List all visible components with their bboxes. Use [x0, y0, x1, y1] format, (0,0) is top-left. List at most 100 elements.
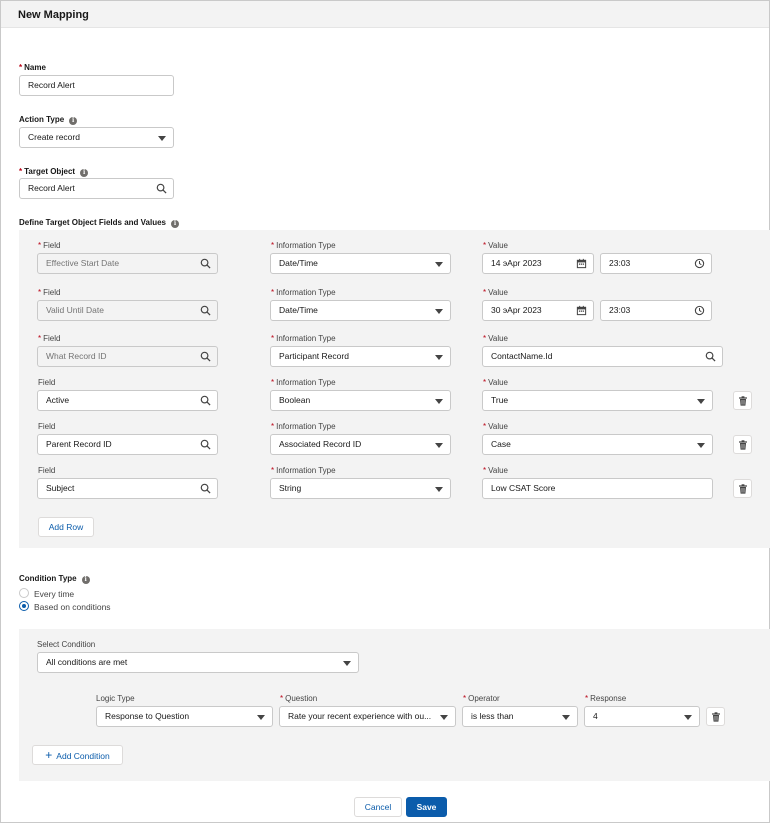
delete-row-button[interactable] [733, 435, 752, 454]
field-label-text: Field [43, 334, 61, 343]
information-type-select[interactable]: Boolean [270, 390, 451, 411]
field-input: What Record ID [37, 346, 218, 367]
add-row-button[interactable]: Add Row [38, 517, 94, 537]
condition-type-label-text: Condition Type [19, 574, 77, 583]
value-label-text: Value [488, 378, 508, 387]
field-label: Field [38, 466, 55, 475]
time-input[interactable]: 23:03 [600, 253, 712, 274]
value-label-text: Value [488, 422, 508, 431]
cancel-button[interactable]: Cancel [354, 797, 402, 817]
delete-row-button[interactable] [733, 479, 752, 498]
date-value: 30 эApr 2023 [491, 305, 542, 315]
value-select[interactable]: True [482, 390, 713, 411]
value-text: ContactName.Id [491, 351, 553, 361]
trash-icon [739, 484, 747, 494]
chevron-down-icon [697, 399, 705, 404]
search-icon[interactable] [200, 483, 211, 494]
search-icon[interactable] [705, 351, 716, 362]
value-select[interactable]: Case [482, 434, 713, 455]
value-label: * Value [483, 241, 508, 250]
information-type-select[interactable]: Date/Time [270, 253, 451, 274]
field-input: Effective Start Date [37, 253, 218, 274]
search-icon [200, 351, 211, 362]
select-condition-value: All conditions are met [46, 657, 128, 667]
response-select[interactable]: 4 [584, 706, 700, 727]
value-label: * Value [483, 378, 508, 387]
date-input[interactable]: 30 эApr 2023 [482, 300, 594, 321]
delete-condition-button[interactable] [706, 707, 725, 726]
calendar-icon[interactable] [576, 305, 587, 316]
value-text-input[interactable]: Low CSAT Score [482, 478, 713, 499]
information-type-select[interactable]: Associated Record ID [270, 434, 451, 455]
value-text: True [491, 395, 509, 405]
date-input[interactable]: 14 эApr 2023 [482, 253, 594, 274]
add-condition-button[interactable]: + Add Condition [32, 745, 123, 765]
trash-icon [712, 712, 720, 722]
field-input[interactable]: Subject [37, 478, 218, 499]
target-object-label-text: Target Object [24, 167, 76, 176]
info-icon[interactable]: i [69, 117, 78, 125]
field-input[interactable]: Parent Record ID [37, 434, 218, 455]
information-type-value: String [279, 483, 302, 493]
value-label-text: Value [488, 466, 508, 475]
chevron-down-icon [697, 443, 705, 448]
value-text: Case [491, 439, 511, 449]
clock-icon[interactable] [694, 305, 705, 316]
search-icon[interactable] [156, 183, 167, 194]
logic-type-select[interactable]: Response to Question [96, 706, 273, 727]
name-label: * Name [19, 63, 46, 72]
info-icon[interactable]: i [81, 576, 90, 584]
delete-row-button[interactable] [733, 391, 752, 410]
information-type-label-text: Information Type [276, 466, 336, 475]
information-type-select[interactable]: Date/Time [270, 300, 451, 321]
calendar-icon[interactable] [576, 258, 587, 269]
add-condition-label: Add Condition [56, 751, 110, 761]
information-type-select[interactable]: String [270, 478, 451, 499]
chevron-down-icon [158, 136, 166, 141]
field-label: * Field [38, 334, 61, 343]
field-label: * Field [38, 288, 61, 297]
target-object-input[interactable]: Record Alert [19, 178, 174, 199]
select-condition-select[interactable]: All conditions are met [37, 652, 359, 673]
chevron-down-icon [440, 715, 448, 720]
information-type-select[interactable]: Participant Record [270, 346, 451, 367]
information-type-value: Date/Time [279, 258, 318, 268]
name-input[interactable]: Record Alert [19, 75, 174, 96]
response-label-text: Response [590, 694, 627, 703]
question-label-text: Question [285, 694, 318, 703]
operator-select[interactable]: is less than [462, 706, 578, 727]
information-type-label: * Information Type [271, 466, 336, 475]
radio-every-time[interactable] [19, 588, 29, 598]
select-condition-label: Select Condition [37, 640, 96, 649]
clock-icon[interactable] [694, 258, 705, 269]
value-text: Low CSAT Score [491, 483, 556, 493]
field-value: Parent Record ID [46, 439, 112, 449]
information-type-label: * Information Type [271, 241, 336, 250]
time-input[interactable]: 23:03 [600, 300, 712, 321]
chevron-down-icon [435, 355, 443, 360]
field-label: * Field [38, 241, 61, 250]
action-type-select[interactable]: Create record [19, 127, 174, 148]
chevron-down-icon [435, 399, 443, 404]
search-icon [200, 305, 211, 316]
trash-icon [739, 440, 747, 450]
chevron-down-icon [684, 715, 692, 720]
field-value: What Record ID [46, 351, 107, 361]
value-label-text: Value [488, 334, 508, 343]
value-lookup-input[interactable]: ContactName.Id [482, 346, 723, 367]
radio-every-time-label: Every time [34, 589, 75, 599]
save-button[interactable]: Save [406, 797, 447, 817]
field-input[interactable]: Active [37, 390, 218, 411]
value-label-text: Value [488, 288, 508, 297]
information-type-value: Associated Record ID [279, 439, 362, 449]
response-label: * Response [585, 694, 627, 703]
info-icon[interactable]: i [171, 220, 180, 228]
info-icon[interactable]: i [80, 169, 89, 177]
radio-based-on-conditions[interactable] [19, 601, 29, 611]
fields-section-label: Define Target Object Fields and Values i [19, 218, 180, 228]
search-icon[interactable] [200, 395, 211, 406]
name-value: Record Alert [28, 80, 75, 90]
information-type-label: * Information Type [271, 378, 336, 387]
search-icon[interactable] [200, 439, 211, 450]
question-select[interactable]: Rate your recent experience with ou... [279, 706, 456, 727]
